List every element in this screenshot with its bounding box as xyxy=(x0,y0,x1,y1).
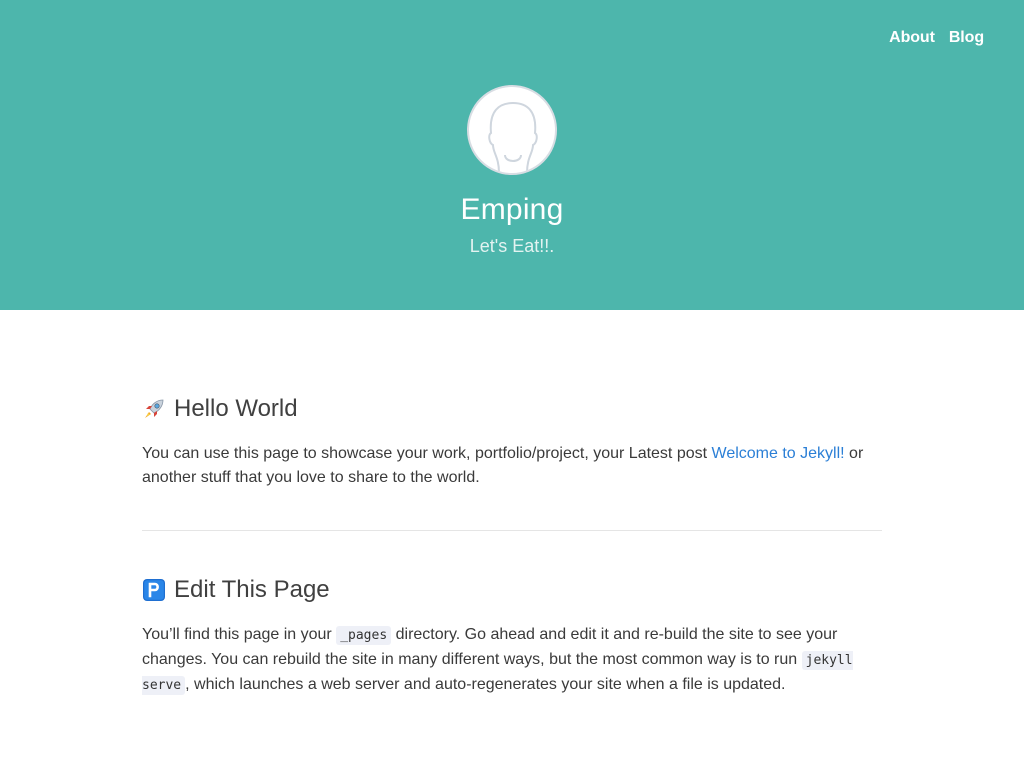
user-silhouette-icon xyxy=(488,101,538,173)
section-heading: Hello World xyxy=(142,394,882,424)
heading-text: Edit This Page xyxy=(174,576,330,603)
top-nav: About Blog xyxy=(889,29,984,47)
paragraph-text: You’ll find this page in your xyxy=(142,626,337,643)
paragraph-text: , which launches a web server and auto-r… xyxy=(185,676,786,693)
avatar xyxy=(467,85,557,175)
nav-link-blog[interactable]: Blog xyxy=(949,29,984,47)
section-divider xyxy=(142,530,882,531)
section-hello-world: Hello World You can use this page to sho… xyxy=(142,394,882,490)
site-title: Emping xyxy=(460,193,564,226)
section-edit-this-page: Edit This Page You’ll find this page in … xyxy=(142,575,882,698)
site-header: About Blog Emping Let's Eat!!. xyxy=(0,0,1024,310)
welcome-to-jekyll-link[interactable]: Welcome to Jekyll! xyxy=(712,445,845,462)
paragraph-text: You can use this page to showcase your w… xyxy=(142,445,712,462)
main-content: Hello World You can use this page to sho… xyxy=(142,310,882,698)
inline-code: _pages xyxy=(336,626,392,645)
section-heading: Edit This Page xyxy=(142,575,882,605)
section-paragraph: You’ll find this page in your _pages dir… xyxy=(142,623,882,698)
section-paragraph: You can use this page to showcase your w… xyxy=(142,442,882,490)
heading-text: Hello World xyxy=(174,395,298,422)
rocket-emoji-icon xyxy=(145,399,164,418)
site-tagline: Let's Eat!!. xyxy=(469,236,555,256)
parking-p-emoji-icon xyxy=(143,579,165,601)
nav-link-about[interactable]: About xyxy=(889,29,935,47)
